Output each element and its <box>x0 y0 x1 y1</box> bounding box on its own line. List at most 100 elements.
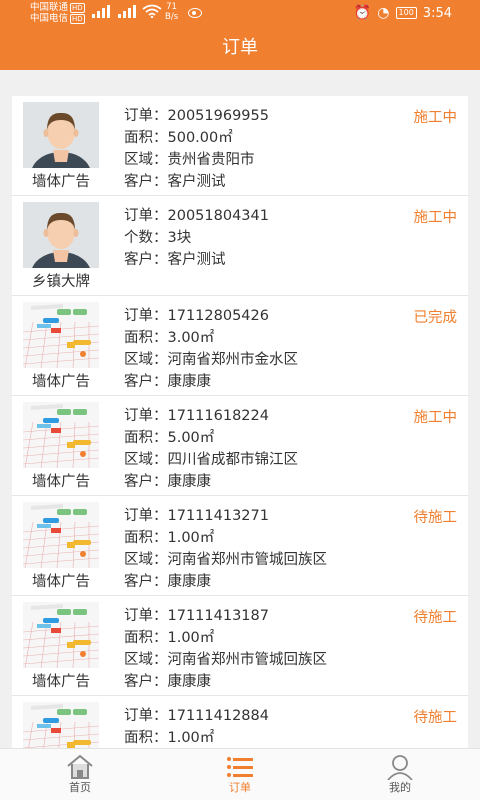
order-metric-label: 面积： <box>124 430 168 446</box>
order-region-label: 区域： <box>124 452 168 468</box>
order-region-value: 四川省成都市锦江区 <box>167 452 299 468</box>
order-number-value: 17112805426 <box>167 308 269 324</box>
page-title: 订单 <box>222 37 258 58</box>
order-status: 施工中 <box>413 410 458 426</box>
order-region: 区域：四川省成都市锦江区 <box>124 448 298 469</box>
order-metric-value: 1.00㎡ <box>167 730 215 746</box>
order-metric: 个数：3块 <box>124 226 191 247</box>
order-number-value: 17111413271 <box>167 508 269 524</box>
hd-badge: HD <box>70 14 85 24</box>
wifi-icon <box>142 4 162 20</box>
order-number-value: 20051804341 <box>167 208 269 224</box>
carrier-info: 中国联通 HD 中国电信 HD <box>30 2 85 24</box>
order-category: 墙体广告 <box>32 174 90 190</box>
order-number: 订单：17111413187 <box>124 604 269 625</box>
order-customer-label: 客户： <box>124 674 168 690</box>
speed-icon: ◔ <box>377 5 390 21</box>
order-region-label: 区域： <box>124 652 168 668</box>
order-item[interactable]: 墙体广告 待施工 订单：17111413271 面积：1.00㎡ 区域：河南省郑州市管城… <box>12 496 468 596</box>
order-customer: 客户：康康康 <box>124 670 211 691</box>
map-thumbnail <box>23 302 99 368</box>
order-region-label: 区域： <box>124 152 168 168</box>
signal-icon <box>90 4 114 20</box>
bottom-nav: 首页 订单 我的 <box>0 748 480 800</box>
order-customer-label: 客户： <box>124 252 168 268</box>
map-thumbnail <box>23 502 99 568</box>
order-region-value: 贵州省贵阳市 <box>167 152 255 168</box>
order-metric-value: 1.00㎡ <box>167 630 215 646</box>
order-region-label: 区域： <box>124 352 168 368</box>
order-number: 订单：20051804341 <box>124 204 269 225</box>
order-status: 施工中 <box>413 210 458 226</box>
nav-orders-label: 订单 <box>229 781 251 794</box>
order-customer-value: 康康康 <box>167 574 212 590</box>
order-metric: 面积：1.00㎡ <box>124 626 214 647</box>
order-list[interactable]: 墙体广告 施工中 订单：20051969955 面积：500.00㎡ 区域：贵州省贵阳市… <box>12 96 468 748</box>
signal-icon <box>116 4 140 20</box>
order-region: 区域：河南省郑州市管城回族区 <box>124 548 327 569</box>
avatar-thumbnail <box>23 202 99 268</box>
order-customer: 客户：康康康 <box>124 570 211 591</box>
order-number-value: 17111412884 <box>167 708 269 724</box>
order-metric-label: 面积： <box>124 730 168 746</box>
map-thumbnail <box>23 702 99 748</box>
order-number-value: 17111413187 <box>167 608 269 624</box>
nav-home[interactable]: 首页 <box>30 749 130 800</box>
order-region-label: 区域： <box>124 552 168 568</box>
carrier-1: 中国联通 <box>30 2 69 13</box>
nav-home-label: 首页 <box>69 781 91 794</box>
order-metric: 面积：1.00㎡ <box>124 726 214 747</box>
order-metric: 面积：5.00㎡ <box>124 426 214 447</box>
order-metric-value: 1.00㎡ <box>167 530 215 546</box>
nav-orders[interactable]: 订单 <box>190 749 290 800</box>
order-metric-label: 面积： <box>124 530 168 546</box>
alarm-icon: ⏰ <box>353 5 372 21</box>
order-number-label: 订单： <box>124 408 168 424</box>
nav-mine[interactable]: 我的 <box>350 749 450 800</box>
order-metric: 面积：1.00㎡ <box>124 526 214 547</box>
order-customer-label: 客户： <box>124 474 168 490</box>
order-status: 待施工 <box>413 710 458 726</box>
order-item[interactable]: 墙体广告 待施工 订单：17111413187 面积：1.00㎡ 区域：河南省郑州市管城… <box>12 596 468 696</box>
list-icon <box>227 757 253 777</box>
order-number-label: 订单： <box>124 308 168 324</box>
avatar-thumbnail <box>23 102 99 168</box>
order-category: 墙体广告 <box>32 374 90 390</box>
order-status: 待施工 <box>413 510 458 526</box>
net-speed: 71 B/s <box>165 2 178 22</box>
order-customer: 客户：客户测试 <box>124 248 226 269</box>
order-item[interactable]: 墙体广告 施工中 订单：20051969955 面积：500.00㎡ 区域：贵州省贵阳市… <box>12 96 468 196</box>
order-item[interactable]: 待施工 订单：17111412884 面积：1.00㎡ <box>12 696 468 748</box>
map-thumbnail <box>23 602 99 668</box>
map-thumbnail <box>23 402 99 468</box>
order-customer-value: 客户测试 <box>167 252 226 268</box>
order-item[interactable]: 墙体广告 施工中 订单：17111618224 面积：5.00㎡ 区域：四川省成都市锦江… <box>12 396 468 496</box>
order-item[interactable]: 墙体广告 已完成 订单：17112805426 面积：3.00㎡ 区域：河南省郑州市金水… <box>12 296 468 396</box>
order-customer-label: 客户： <box>124 374 168 390</box>
order-number-label: 订单： <box>124 508 168 524</box>
battery-indicator: 100 <box>395 7 417 19</box>
order-region: 区域：贵州省贵阳市 <box>124 148 255 169</box>
order-customer-value: 康康康 <box>167 674 212 690</box>
order-number-label: 订单： <box>124 608 168 624</box>
order-customer: 客户：康康康 <box>124 370 211 391</box>
order-number: 订单：17111412884 <box>124 704 269 725</box>
order-customer-value: 康康康 <box>167 474 212 490</box>
order-number-label: 订单： <box>124 208 168 224</box>
order-number: 订单：17112805426 <box>124 304 269 325</box>
order-category: 墙体广告 <box>32 474 90 490</box>
order-customer-value: 康康康 <box>167 374 212 390</box>
order-number: 订单：17111413271 <box>124 504 269 525</box>
order-region-value: 河南省郑州市管城回族区 <box>167 552 328 568</box>
order-item[interactable]: 乡镇大牌 施工中 订单：20051804341 个数：3块 客户：客户测试 <box>12 196 468 296</box>
net-speed-value: 71 <box>166 2 177 12</box>
order-metric-label: 面积： <box>124 130 168 146</box>
order-customer-value: 客户测试 <box>167 174 226 190</box>
order-metric-value: 5.00㎡ <box>167 430 215 446</box>
system-status: ⏰ ◔ 100 3:54 <box>354 5 452 21</box>
order-status: 待施工 <box>413 610 458 626</box>
order-customer-label: 客户： <box>124 574 168 590</box>
order-metric-label: 面积： <box>124 330 168 346</box>
order-metric: 面积：500.00㎡ <box>124 126 233 147</box>
order-category: 墙体广告 <box>32 674 90 690</box>
